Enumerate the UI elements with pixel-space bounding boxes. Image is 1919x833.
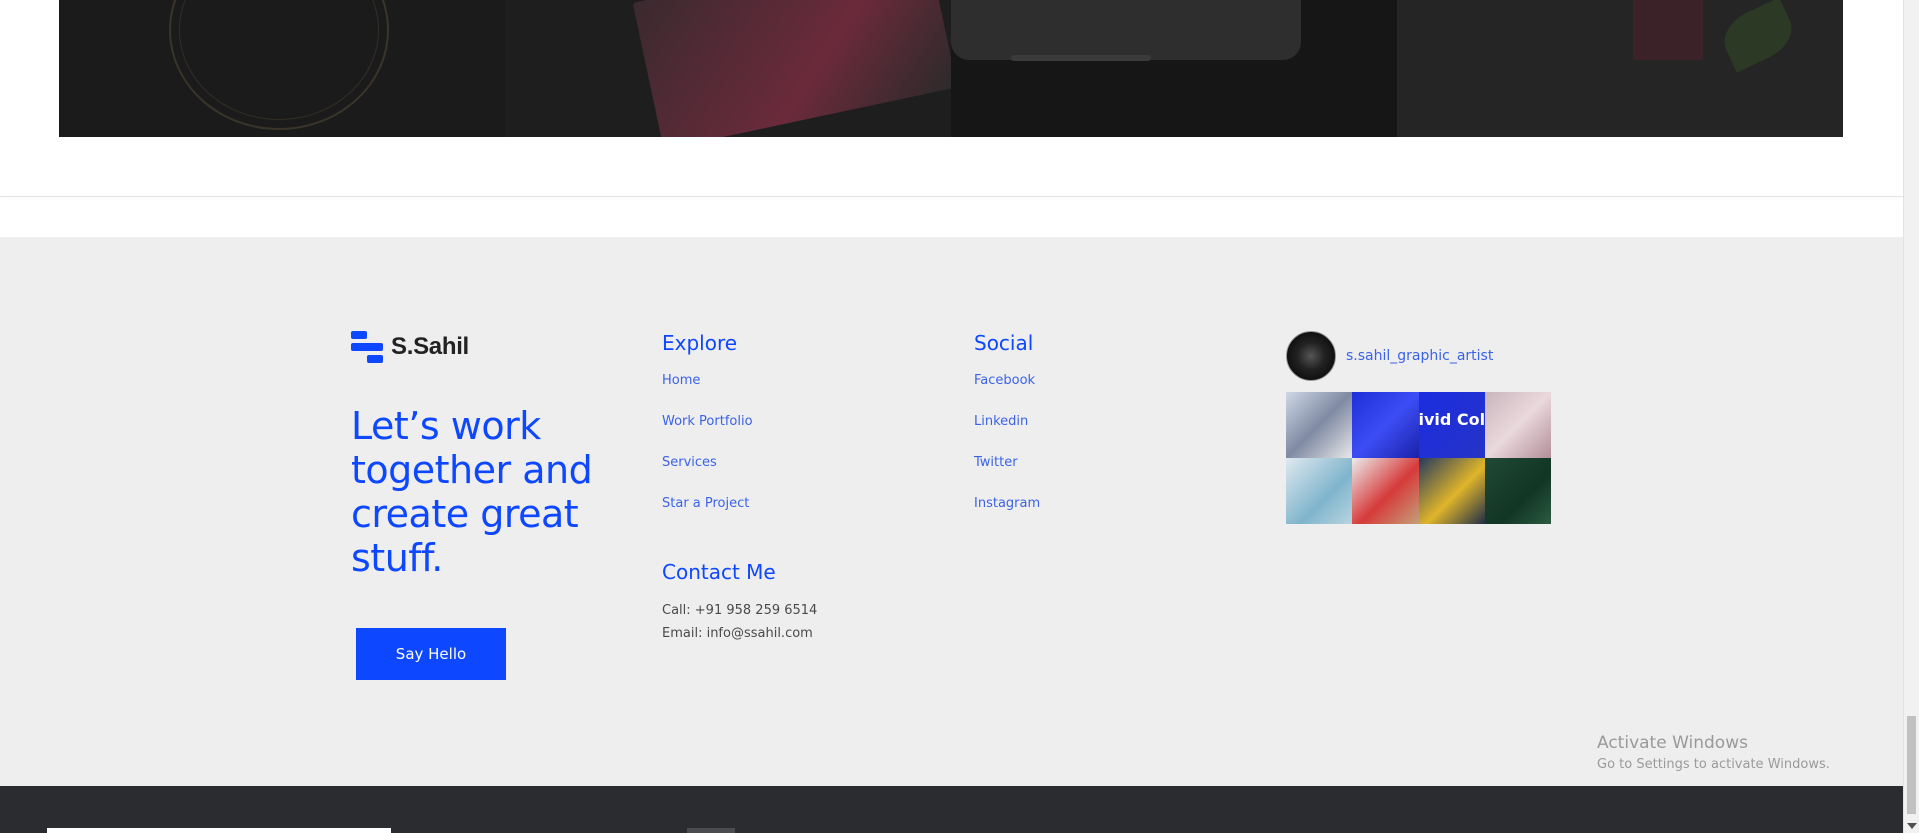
section-divider bbox=[0, 196, 1903, 197]
bottom-bar-strip bbox=[47, 828, 391, 833]
instagram-post[interactable] bbox=[1286, 458, 1353, 524]
contact-email[interactable]: Email: info@ssahil.com bbox=[662, 626, 813, 641]
laptop-hinge bbox=[1011, 55, 1151, 61]
instagram-post[interactable]: ivid Col bbox=[1418, 392, 1485, 458]
social-link-facebook[interactable]: Facebook bbox=[974, 373, 1040, 414]
logo-mark-icon bbox=[351, 331, 383, 363]
page-scrollbar[interactable] bbox=[1903, 0, 1919, 833]
footer bbox=[0, 237, 1903, 786]
instagram-post[interactable] bbox=[1484, 392, 1551, 458]
bottom-bar-marker bbox=[687, 828, 735, 833]
instagram-post[interactable] bbox=[1352, 392, 1419, 458]
scroll-down-arrow-icon[interactable] bbox=[1907, 823, 1917, 829]
social-link-twitter[interactable]: Twitter bbox=[974, 455, 1040, 496]
say-hello-button[interactable]: Say Hello bbox=[356, 628, 506, 680]
package-box-graphic bbox=[1633, 0, 1703, 60]
instagram-feed-grid: ivid Col bbox=[1286, 392, 1551, 524]
instagram-post[interactable] bbox=[1286, 392, 1353, 458]
explore-link-services[interactable]: Services bbox=[662, 455, 753, 496]
portfolio-strip bbox=[59, 0, 1843, 137]
portfolio-tile-packaging[interactable] bbox=[1397, 0, 1843, 137]
instagram-handle[interactable]: s.sahil_graphic_artist bbox=[1346, 348, 1493, 364]
social-link-linkedin[interactable]: Linkedin bbox=[974, 414, 1040, 455]
portfolio-tile-tshirt[interactable] bbox=[59, 0, 505, 137]
leaf-graphic bbox=[1715, 0, 1801, 73]
activate-windows-subtitle: Go to Settings to activate Windows. bbox=[1597, 757, 1830, 772]
instagram-post[interactable] bbox=[1352, 458, 1419, 524]
booklet-graphic bbox=[632, 0, 951, 137]
portfolio-tile-booklet[interactable] bbox=[505, 0, 951, 137]
social-links: Facebook Linkedin Twitter Instagram bbox=[974, 373, 1040, 537]
activate-windows-title: Activate Windows bbox=[1597, 733, 1748, 753]
activate-windows-notice: Activate Windows Go to Settings to activ… bbox=[1597, 733, 1830, 772]
instagram-post[interactable] bbox=[1418, 458, 1485, 524]
social-link-instagram[interactable]: Instagram bbox=[974, 496, 1040, 537]
explore-heading: Explore bbox=[662, 331, 738, 355]
scrollbar-thumb[interactable] bbox=[1907, 716, 1916, 814]
instagram-profile[interactable]: s.sahil_graphic_artist bbox=[1286, 331, 1493, 381]
laptop-graphic bbox=[951, 0, 1301, 60]
footer-logo[interactable]: S.Sahil bbox=[351, 331, 469, 363]
brand-name: S.Sahil bbox=[391, 333, 469, 360]
explore-links: Home Work Portfolio Services Star a Proj… bbox=[662, 373, 753, 537]
explore-link-star-a-project[interactable]: Star a Project bbox=[662, 496, 753, 537]
instagram-post[interactable] bbox=[1484, 458, 1551, 524]
bottom-bar bbox=[0, 786, 1903, 833]
contact-phone[interactable]: Call: +91 958 259 6514 bbox=[662, 603, 817, 618]
contact-heading: Contact Me bbox=[662, 560, 776, 584]
social-heading: Social bbox=[974, 331, 1034, 355]
footer-tagline: Let’s work together and create great stu… bbox=[351, 404, 593, 580]
instagram-avatar bbox=[1286, 331, 1336, 381]
explore-link-home[interactable]: Home bbox=[662, 373, 753, 414]
instagram-post-caption: ivid Col bbox=[1418, 410, 1485, 429]
portfolio-tile-laptop[interactable] bbox=[951, 0, 1397, 137]
explore-link-work-portfolio[interactable]: Work Portfolio bbox=[662, 414, 753, 455]
